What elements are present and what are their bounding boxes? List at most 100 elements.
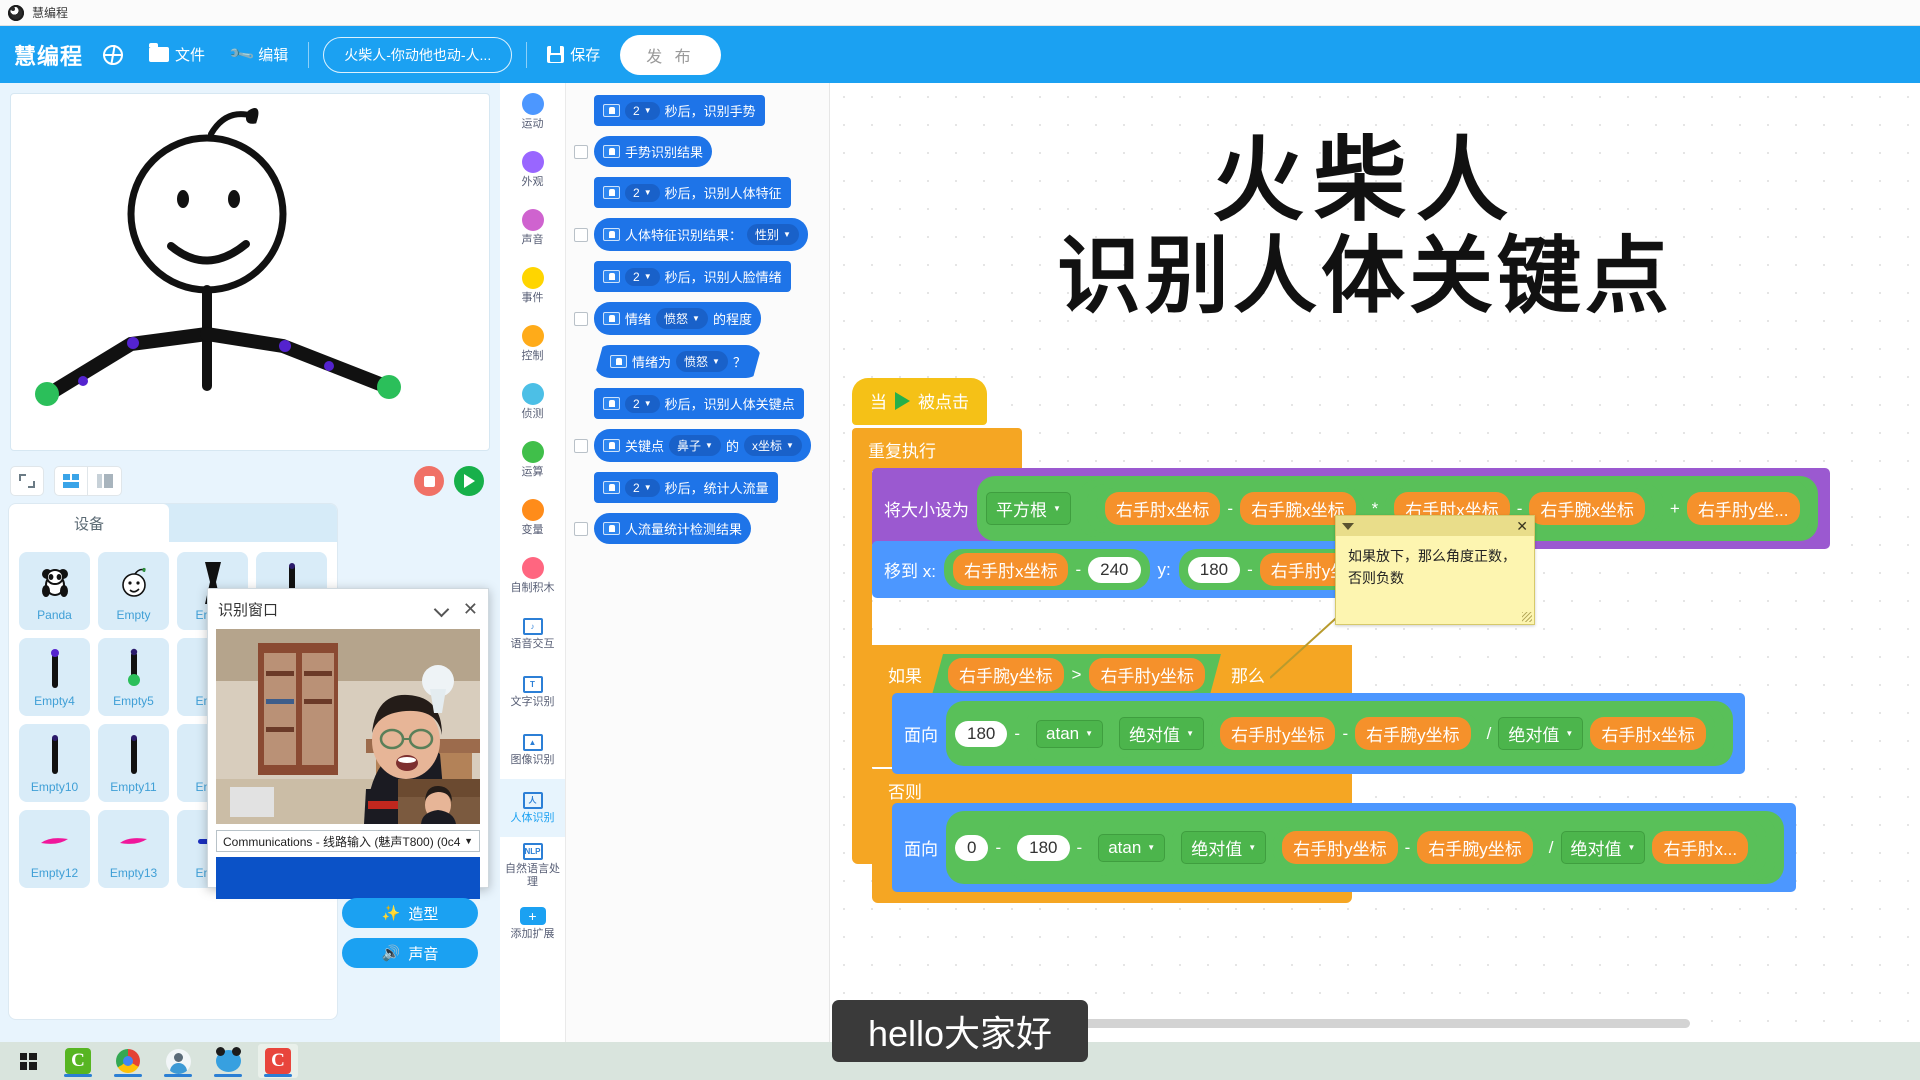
sprite-item[interactable]: Empty4 <box>19 638 90 716</box>
palette-dropdown[interactable]: x坐标 ▼ <box>743 435 802 456</box>
abs-dropdown-1[interactable]: 绝对值 ▼ <box>1119 717 1204 750</box>
category-1[interactable]: 外观 <box>500 141 565 199</box>
project-name-input[interactable]: 火柴人-你动他也动-人... <box>323 36 513 73</box>
abs-dropdown-3[interactable]: 绝对值 ▼ <box>1181 831 1267 864</box>
atan-dropdown-1[interactable]: atan ▼ <box>1036 719 1104 748</box>
close-icon[interactable]: ✕ <box>463 600 478 618</box>
taskbar-app-meeting[interactable] <box>158 1044 198 1078</box>
sprite-item[interactable]: Panda <box>19 552 90 630</box>
category-13[interactable]: NLP 自然语言处理 <box>500 837 565 895</box>
variable-right-wrist-y-3[interactable]: 右手腕y坐标 <box>1417 831 1533 864</box>
category-14[interactable]: + 添加扩展 <box>500 895 565 953</box>
file-menu-button[interactable]: 文件 <box>143 40 211 69</box>
stage-area[interactable] <box>10 93 490 451</box>
palette-block-1[interactable]: 手势识别结果 <box>594 136 713 167</box>
script-canvas[interactable]: 火柴人 识别人体关键点 当 被点击 重复执行 ↻ 将大小设为 平方根 ▼ 右手肘… <box>830 83 1920 1042</box>
operator-divide-1[interactable]: 绝对值 ▼ 右手肘y坐标 - 右手腕y坐标 / 绝对值 ▼ 右手肘x坐标 <box>1110 709 1715 758</box>
category-2[interactable]: 声音 <box>500 199 565 257</box>
sprite-item[interactable]: Empty11 <box>98 724 169 802</box>
variable-right-elbow-y-3[interactable]: 右手肘y坐标 <box>1089 658 1205 691</box>
input-0[interactable]: 0 <box>955 834 989 861</box>
variable-right-elbow-y-4[interactable]: 右手肘y坐标 <box>1219 717 1336 750</box>
edit-menu-button[interactable]: 🔧 编辑 <box>225 40 294 69</box>
palette-dropdown[interactable]: 愤怒 ▼ <box>676 351 728 372</box>
abs-dropdown-4[interactable]: 绝对值 ▼ <box>1560 831 1646 864</box>
palette-checkbox[interactable] <box>574 227 588 242</box>
palette-dropdown[interactable]: 2 ▼ <box>625 394 660 413</box>
small-stage-button[interactable] <box>54 466 88 496</box>
sprite-item[interactable]: Empty10 <box>19 724 90 802</box>
palette-dropdown[interactable]: 性别 ▼ <box>747 224 799 245</box>
costume-button[interactable]: ✨ 造型 <box>342 898 478 928</box>
palette-block-3[interactable]: 人体特征识别结果： 性别 ▼ <box>594 218 808 251</box>
operator-atan-1[interactable]: atan ▼ 绝对值 ▼ 右手肘y坐标 - 右手腕y坐标 / 绝对值 ▼ 右手肘… <box>1027 705 1724 762</box>
fullscreen-button[interactable] <box>10 466 44 496</box>
math-function-dropdown[interactable]: 平方根 ▼ <box>986 492 1071 525</box>
palette-block-5[interactable]: 情绪 愤怒 ▼ 的程度 <box>594 302 761 335</box>
start-button[interactable] <box>8 1044 48 1078</box>
variable-right-elbow-x-4[interactable]: 右手肘x坐标 <box>1590 717 1706 750</box>
palette-dropdown[interactable]: 2 ▼ <box>625 267 660 286</box>
chevron-down-icon[interactable] <box>435 602 449 616</box>
block-when-flag-clicked[interactable]: 当 被点击 <box>852 378 987 425</box>
operator-atan-2[interactable]: atan ▼ 绝对值 ▼ 右手肘y坐标 - 右手腕y坐标 / 绝对值 ▼ 右手肘… <box>1089 819 1767 876</box>
block-forever-header[interactable]: 重复执行 <box>852 428 1022 471</box>
category-6[interactable]: 运算 <box>500 431 565 489</box>
block-go-to-xy[interactable]: 移到 x: 右手肘x坐标 - 240 y: 180 - 右手肘y坐标 <box>872 541 1397 598</box>
variable-right-wrist-y-2[interactable]: 右手腕y坐标 <box>1355 717 1471 750</box>
recognition-window[interactable]: 识别窗口 ✕ Communications - 线路输入 (魅声T800) (0… <box>207 588 489 899</box>
green-flag-button[interactable] <box>454 466 484 496</box>
variable-right-wrist-x-2[interactable]: 右手腕x坐标 <box>1529 492 1645 525</box>
horizontal-scrollbar[interactable] <box>1030 1019 1690 1028</box>
comment-header[interactable]: ✕ <box>1336 516 1534 536</box>
category-11[interactable]: ▲ 图像识别 <box>500 721 565 779</box>
script-comment[interactable]: ✕ 如果放下，那么角度正数，否则负数 <box>1335 515 1535 625</box>
category-10[interactable]: T 文字识别 <box>500 663 565 721</box>
operator-subtract-dir-2c[interactable]: 右手肘y坐标 - 右手腕y坐标 <box>1273 827 1542 868</box>
variable-right-elbow-x-3[interactable]: 右手肘x坐标 <box>952 553 1069 586</box>
palette-checkbox[interactable] <box>574 144 588 159</box>
publish-button[interactable]: 发 布 <box>620 34 721 75</box>
category-9[interactable]: ♪ 语音交互 <box>500 605 565 663</box>
operator-greater-than[interactable]: 右手腕y坐标 > 右手肘y坐标 <box>932 654 1221 695</box>
save-button[interactable]: 保存 <box>541 40 606 69</box>
category-5[interactable]: 侦测 <box>500 373 565 431</box>
comment-text[interactable]: 如果放下，那么角度正数，否则负数 <box>1336 536 1534 599</box>
palette-block-4[interactable]: 2 ▼ 秒后，识别人脸情绪 <box>594 261 791 292</box>
variable-right-elbow-x-1[interactable]: 右手肘x坐标 <box>1104 492 1221 525</box>
sound-button[interactable]: 🔊 声音 <box>342 938 478 968</box>
palette-block-9[interactable]: 2 ▼ 秒后，统计人流量 <box>594 472 778 503</box>
palette-block-10[interactable]: 人流量统计检测结果 <box>594 513 752 544</box>
triangle-down-icon[interactable] <box>1342 522 1354 530</box>
operator-subtract-dir-1[interactable]: 180 - atan ▼ 绝对值 ▼ 右手肘y坐标 - 右手腕y坐标 / 绝对值… <box>946 701 1733 766</box>
input-x-offset[interactable]: 240 <box>1088 556 1141 583</box>
palette-block-2[interactable]: 2 ▼ 秒后，识别人体特征 <box>594 177 791 208</box>
operator-subtract-1[interactable]: 右手肘x坐标 - 右手腕x坐标 <box>1095 488 1365 529</box>
variable-right-wrist-y-1[interactable]: 右手腕y坐标 <box>948 658 1064 691</box>
palette-dropdown[interactable]: 2 ▼ <box>625 478 660 497</box>
palette-checkbox[interactable] <box>574 438 588 453</box>
palette-block-6[interactable]: 情绪为 愤怒 ▼ ？ <box>594 345 762 378</box>
audio-device-select[interactable]: Communications - 线路输入 (魅声T800) (0c4 ▼ <box>216 830 480 852</box>
atan-dropdown-2[interactable]: atan ▼ <box>1098 833 1166 862</box>
palette-checkbox[interactable] <box>574 311 588 326</box>
palette-dropdown[interactable]: 鼻子 ▼ <box>669 435 721 456</box>
palette-block-8[interactable]: 关键点 鼻子 ▼ 的 x坐标 ▼ <box>594 429 811 462</box>
operator-subtract-x[interactable]: 右手肘x坐标 - 240 <box>943 549 1150 590</box>
stop-button[interactable] <box>414 466 444 496</box>
palette-dropdown[interactable]: 2 ▼ <box>625 183 660 202</box>
taskbar-app-camtasia-red[interactable]: C <box>258 1044 298 1078</box>
block-point-in-direction-2[interactable]: 面向 0 - 180 - atan ▼ 绝对值 ▼ 右手肘y坐标 - 右手腕y坐… <box>892 803 1797 892</box>
operator-subtract-dir-1b[interactable]: 右手肘y坐标 - 右手腕y坐标 <box>1210 713 1480 754</box>
sprite-item[interactable]: Empty12 <box>19 810 90 888</box>
variable-right-elbow-y-5[interactable]: 右手肘y坐标 <box>1282 831 1398 864</box>
category-3[interactable]: 事件 <box>500 257 565 315</box>
palette-dropdown[interactable]: 2 ▼ <box>625 101 660 120</box>
category-4[interactable]: 控制 <box>500 315 565 373</box>
input-180-b[interactable]: 180 <box>1017 834 1070 861</box>
palette-block-7[interactable]: 2 ▼ 秒后，识别人体关键点 <box>594 388 804 419</box>
operator-divide-2[interactable]: 绝对值 ▼ 右手肘y坐标 - 右手腕y坐标 / 绝对值 ▼ 右手肘x... <box>1172 823 1758 872</box>
category-0[interactable]: 运动 <box>500 83 565 141</box>
close-icon[interactable]: ✕ <box>1516 518 1528 535</box>
block-point-in-direction-1[interactable]: 面向 180 - atan ▼ 绝对值 ▼ 右手肘y坐标 - 右手腕y坐标 / … <box>892 693 1745 774</box>
